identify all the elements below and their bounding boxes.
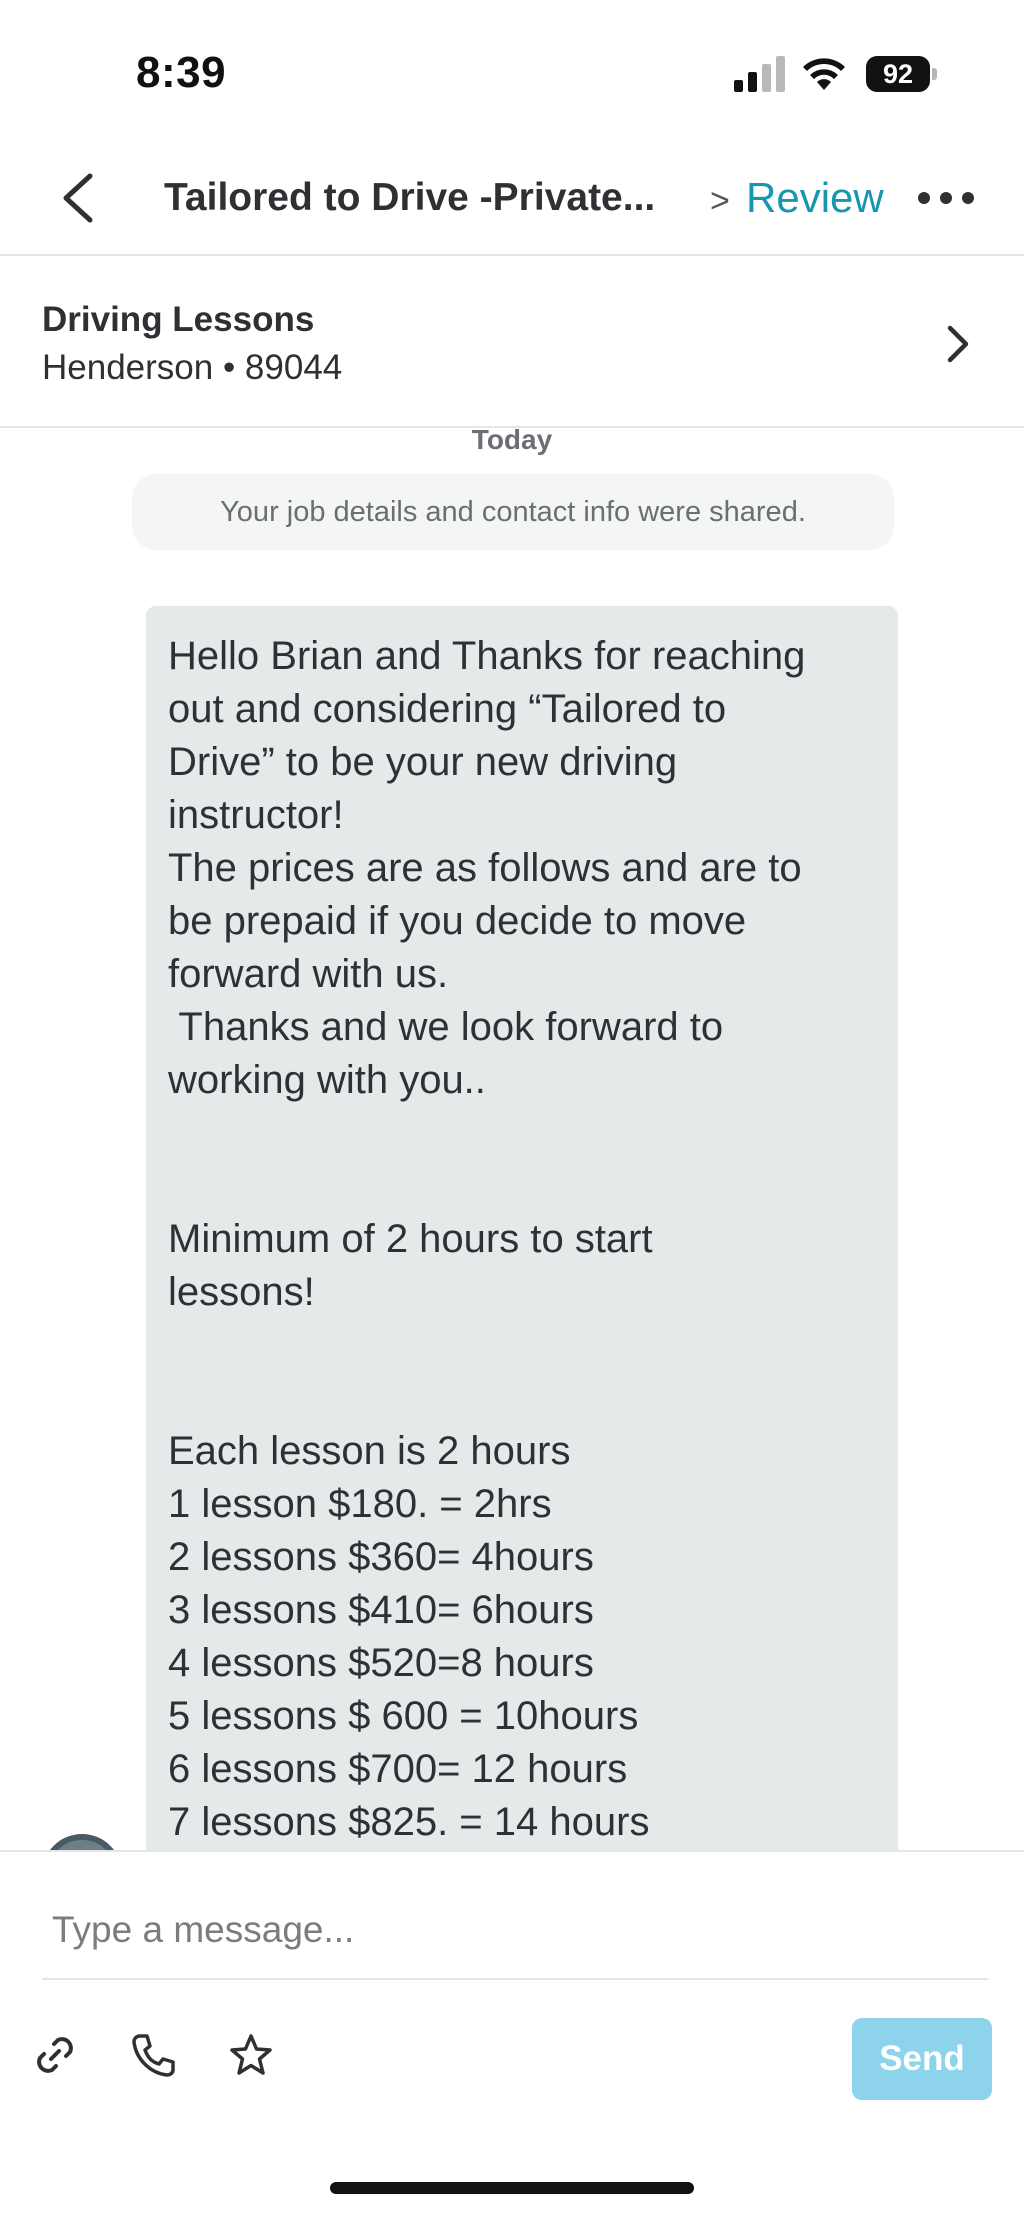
message-line: Thanks and we look forward to xyxy=(168,1005,724,1049)
more-horizontal-icon[interactable] xyxy=(918,192,974,206)
breadcrumb-separator: > xyxy=(710,182,730,220)
message-line xyxy=(168,1319,876,1372)
message-line xyxy=(168,1107,876,1160)
message-line: 4 lessons $520=8 hours xyxy=(168,1641,594,1685)
message-line: 5 lessons $ 600 = 10hours xyxy=(168,1694,639,1738)
message-line: lessons! xyxy=(168,1270,315,1314)
message-line: instructor! xyxy=(168,793,344,837)
message-line: 3 lessons $410= 6hours xyxy=(168,1588,594,1632)
message-line: Minimum of 2 hours to start xyxy=(168,1217,653,1261)
message-line: Hello Brian and Thanks for reaching xyxy=(168,634,806,678)
home-indicator xyxy=(330,2182,694,2194)
message-line: 6 lessons $700= 12 hours xyxy=(168,1747,628,1791)
job-summary-row[interactable]: Driving Lessons Henderson • 89044 xyxy=(0,258,1024,428)
date-divider: Today xyxy=(471,424,553,455)
send-button[interactable]: Send xyxy=(852,2018,992,2100)
message-line: 1 lesson $180. = 2hrs xyxy=(168,1482,552,1526)
conversation-header: Tailored to Drive -Private... > Review xyxy=(0,140,1024,256)
link-icon[interactable] xyxy=(30,2030,80,2080)
message-composer: Send xyxy=(0,1850,1024,2220)
message-bubble: Hello Brian and Thanks for reaching out a… xyxy=(146,606,898,1866)
message-line: Drive” to be your new driving xyxy=(168,740,678,784)
message-input[interactable] xyxy=(42,1882,988,1980)
system-note: Your job details and contact info were s… xyxy=(132,474,894,550)
message-line: working with you.. xyxy=(168,1058,486,1102)
message-line: The prices are as follows and are to xyxy=(168,846,802,890)
battery-icon: 92 xyxy=(866,56,937,92)
wifi-icon xyxy=(803,58,845,90)
message-line: 7 lessons $825. = 14 hours xyxy=(168,1800,650,1844)
page-title[interactable]: Tailored to Drive -Private... xyxy=(164,176,655,220)
job-location: Henderson • 89044 xyxy=(42,348,343,387)
phone-icon[interactable] xyxy=(128,2030,178,2080)
status-bar: 8:39 92 xyxy=(0,0,1024,140)
job-title: Driving Lessons xyxy=(42,300,315,339)
status-time: 8:39 xyxy=(136,48,227,97)
message-line: out and considering “Tailored to xyxy=(168,687,727,731)
message-line: be prepaid if you decide to move xyxy=(168,899,747,943)
message-line xyxy=(168,1372,876,1425)
message-line: Each lesson is 2 hours xyxy=(168,1429,571,1473)
chevron-right-icon xyxy=(947,325,969,363)
review-link[interactable]: Review xyxy=(746,174,884,222)
message-line: 2 lessons $360= 4hours xyxy=(168,1535,594,1579)
message-line xyxy=(168,1160,876,1213)
cellular-signal-icon xyxy=(734,56,785,92)
battery-level: 92 xyxy=(866,56,930,92)
message-line: forward with us. xyxy=(168,952,449,996)
star-icon[interactable] xyxy=(228,2032,274,2078)
chevron-left-icon[interactable] xyxy=(56,170,100,226)
